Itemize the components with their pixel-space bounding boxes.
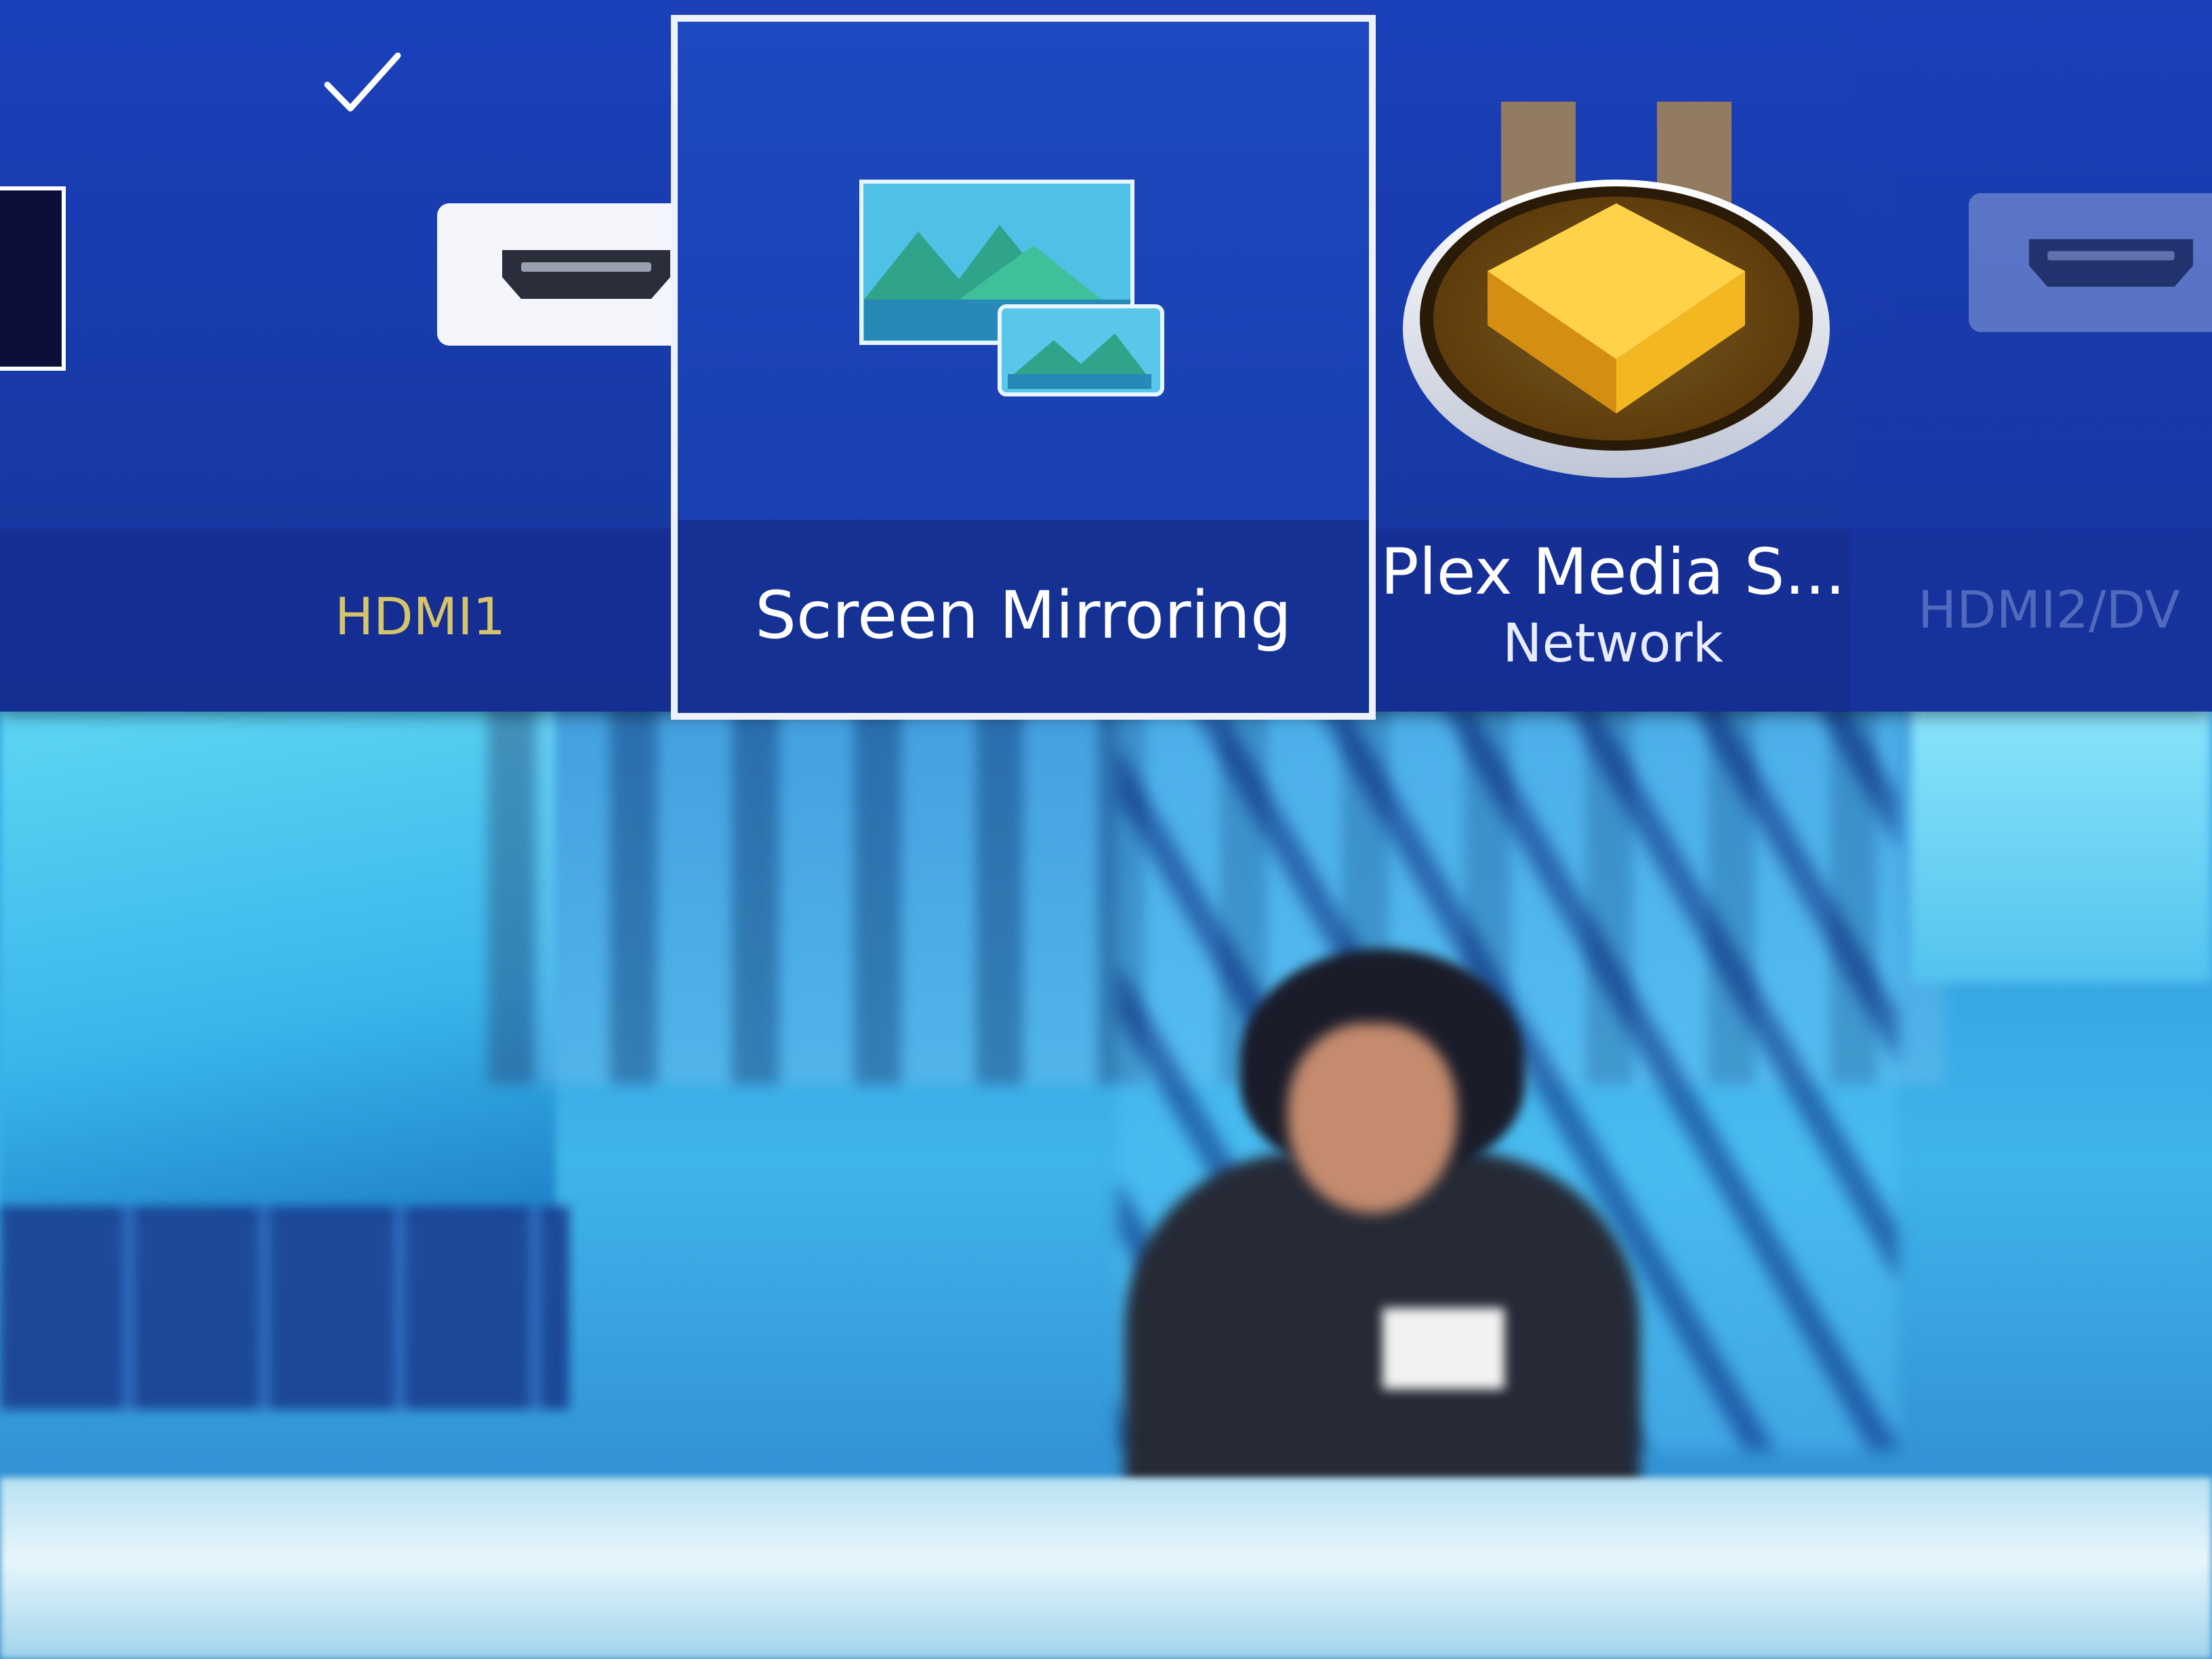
source-tile-screen-mirroring[interactable]: Screen Mirroring <box>671 15 1376 720</box>
news-anchor-face <box>1288 1023 1457 1213</box>
source-label-screen-mirroring: Screen Mirroring <box>755 577 1292 653</box>
studio-monitor-wall <box>0 1206 569 1410</box>
source-label-hdmi2: HDMI2/DV <box>1918 579 2180 640</box>
news-anchor-collar <box>1382 1308 1504 1389</box>
hdmi-port-icon <box>1969 193 2212 332</box>
tv-screen-icon <box>0 186 66 371</box>
source-tile-hdmi2[interactable]: HDMI2/DV <box>1850 0 2212 712</box>
source-label-hdmi1: HDMI1 <box>334 586 506 647</box>
check-icon <box>324 52 401 112</box>
source-tile-plex[interactable]: Plex Media S... Network <box>1376 0 1850 712</box>
studio-backdrop-left <box>0 705 556 1220</box>
screen-mirroring-icon <box>859 180 1164 396</box>
tile-label-band <box>0 529 169 712</box>
source-label-plex: Plex Media S... <box>1380 535 1845 609</box>
source-sublabel-plex: Network <box>1502 613 1723 674</box>
news-desk <box>0 1477 2212 1659</box>
source-bar: HDMI1 Screen Mirroring Plex Media S... N… <box>0 0 2212 720</box>
studio-backdrop-right <box>1911 698 2212 983</box>
source-tile-previous[interactable] <box>0 0 169 712</box>
plex-media-server-icon <box>1403 102 1830 478</box>
source-tile-hdmi1[interactable]: HDMI1 <box>169 0 735 712</box>
